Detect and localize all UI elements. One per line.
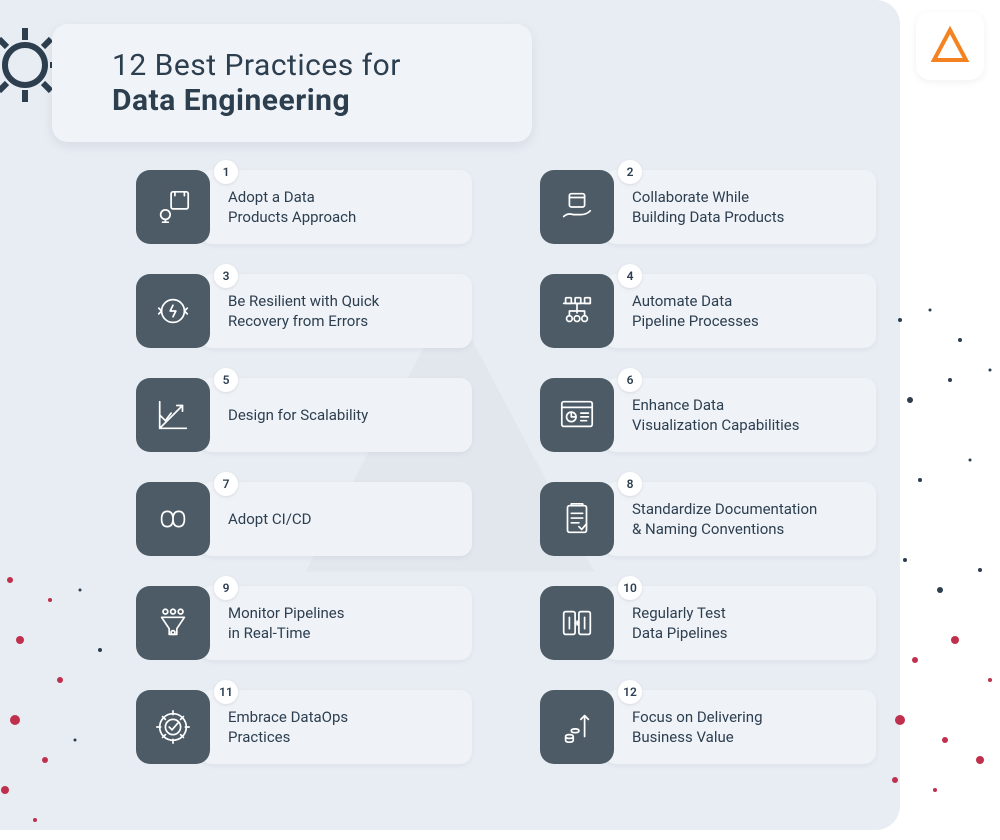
practice-number-badge: 9 xyxy=(214,576,238,600)
practice-number-badge: 3 xyxy=(214,264,238,288)
practice-number-badge: 6 xyxy=(618,368,642,392)
practices-grid: 1Adopt a DataProducts Approach 2Collabora… xyxy=(136,170,876,764)
practice-text-card: 4Automate DataPipeline Processes xyxy=(604,274,876,348)
infographic-container: 12 Best Practices for Data Engineering 1… xyxy=(0,0,900,830)
practice-label: Adopt CI/CD xyxy=(228,509,312,529)
practice-label: Monitor Pipelinesin Real-Time xyxy=(228,603,344,644)
practice-number-badge: 1 xyxy=(214,160,238,184)
lightbulb-box-icon xyxy=(136,170,210,244)
practice-number-badge: 12 xyxy=(618,680,642,704)
practice-item-1: 1Adopt a DataProducts Approach xyxy=(136,170,472,244)
practice-label: Design for Scalability xyxy=(228,405,368,425)
practice-text-card: 6Enhance DataVisualization Capabilities xyxy=(604,378,876,452)
practice-number-badge: 4 xyxy=(618,264,642,288)
practice-label: Be Resilient with QuickRecovery from Err… xyxy=(228,291,379,332)
practice-number-badge: 8 xyxy=(618,472,642,496)
dashboard-icon xyxy=(540,378,614,452)
practice-label: Focus on DeliveringBusiness Value xyxy=(632,707,763,748)
practice-label: Adopt a DataProducts Approach xyxy=(228,187,356,228)
document-check-icon xyxy=(540,482,614,556)
hand-offer-icon xyxy=(540,170,614,244)
practice-text-card: 3Be Resilient with QuickRecovery from Er… xyxy=(200,274,472,348)
gear-check-icon xyxy=(136,690,210,764)
title-line-1: 12 Best Practices for xyxy=(112,48,492,83)
title-card: 12 Best Practices for Data Engineering xyxy=(52,24,532,142)
practice-text-card: 8Standardize Documentation& Naming Conve… xyxy=(604,482,876,556)
practice-label: Automate DataPipeline Processes xyxy=(632,291,759,332)
practice-item-5: 5Design for Scalability xyxy=(136,378,472,452)
title-line-2: Data Engineering xyxy=(112,83,492,118)
practice-number-badge: 2 xyxy=(618,160,642,184)
practice-text-card: 12Focus on DeliveringBusiness Value xyxy=(604,690,876,764)
practice-item-10: 10Regularly TestData Pipelines xyxy=(540,586,876,660)
practice-label: Enhance DataVisualization Capabilities xyxy=(632,395,800,436)
practice-item-9: 9Monitor Pipelinesin Real-Time xyxy=(136,586,472,660)
practice-label: Embrace DataOpsPractices xyxy=(228,707,348,748)
practice-text-card: 9Monitor Pipelinesin Real-Time xyxy=(200,586,472,660)
brand-logo xyxy=(916,12,984,80)
test-flow-icon xyxy=(540,586,614,660)
practice-label: Regularly TestData Pipelines xyxy=(632,603,728,644)
infinity-icon xyxy=(136,482,210,556)
practice-text-card: 5Design for Scalability xyxy=(200,378,472,452)
recovery-cycle-icon xyxy=(136,274,210,348)
practice-text-card: 11Embrace DataOpsPractices xyxy=(200,690,472,764)
practice-number-badge: 5 xyxy=(214,368,238,392)
practice-item-2: 2Collaborate WhileBuilding Data Products xyxy=(540,170,876,244)
coins-growth-icon xyxy=(540,690,614,764)
practice-number-badge: 10 xyxy=(618,576,642,600)
practice-item-3: 3Be Resilient with QuickRecovery from Er… xyxy=(136,274,472,348)
practice-number-badge: 11 xyxy=(214,680,238,704)
practice-number-badge: 7 xyxy=(214,472,238,496)
scale-chart-icon xyxy=(136,378,210,452)
practice-text-card: 1Adopt a DataProducts Approach xyxy=(200,170,472,244)
practice-text-card: 2Collaborate WhileBuilding Data Products xyxy=(604,170,876,244)
funnel-users-icon xyxy=(136,586,210,660)
practice-label: Standardize Documentation& Naming Conven… xyxy=(632,499,817,540)
pipeline-nodes-icon xyxy=(540,274,614,348)
practice-item-7: 7Adopt CI/CD xyxy=(136,482,472,556)
practice-item-4: 4Automate DataPipeline Processes xyxy=(540,274,876,348)
practice-text-card: 10Regularly TestData Pipelines xyxy=(604,586,876,660)
triangle-logo-icon xyxy=(930,26,970,66)
practice-text-card: 7Adopt CI/CD xyxy=(200,482,472,556)
practice-item-6: 6Enhance DataVisualization Capabilities xyxy=(540,378,876,452)
practice-label: Collaborate WhileBuilding Data Products xyxy=(632,187,784,228)
practice-item-11: 11Embrace DataOpsPractices xyxy=(136,690,472,764)
practice-item-8: 8Standardize Documentation& Naming Conve… xyxy=(540,482,876,556)
practice-item-12: 12Focus on DeliveringBusiness Value xyxy=(540,690,876,764)
